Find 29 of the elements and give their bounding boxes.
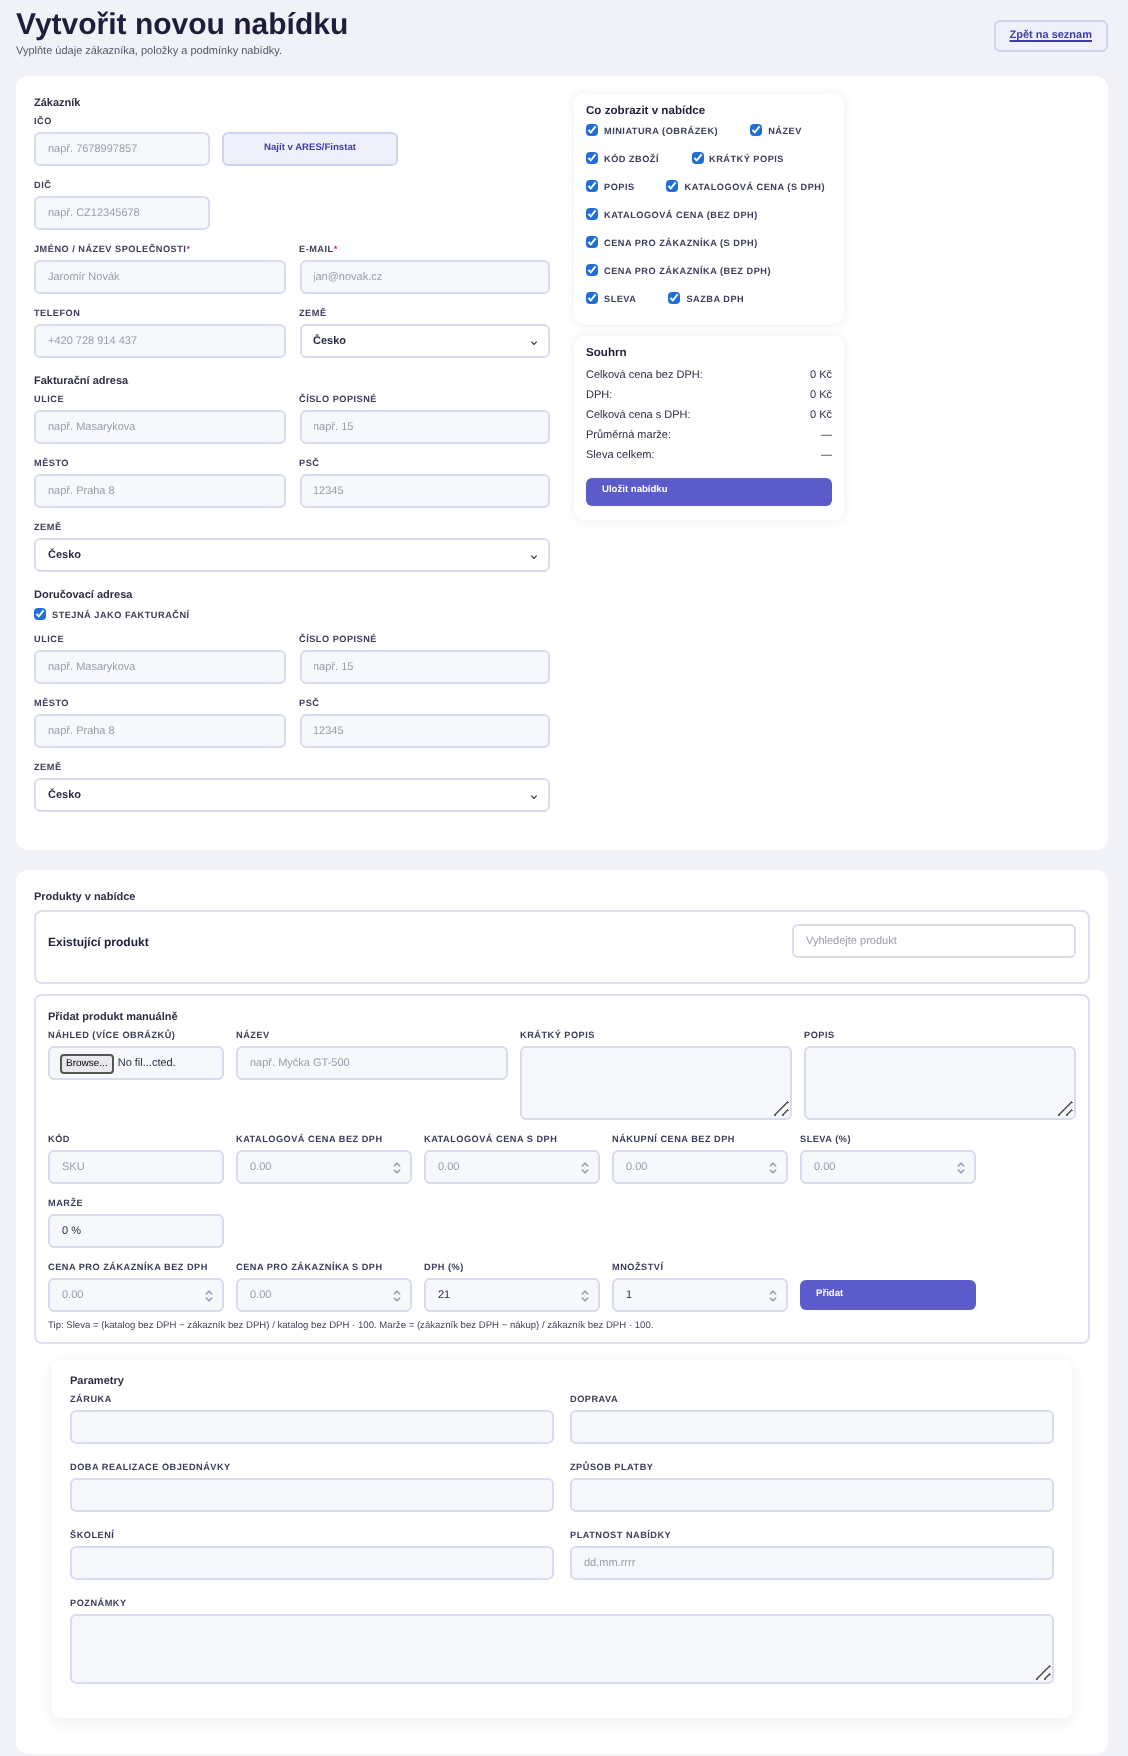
chevron-icon — [530, 339, 538, 345]
spinner-icon[interactable] — [204, 1287, 214, 1303]
checkbox[interactable] — [586, 264, 598, 276]
input-field[interactable] — [70, 1410, 554, 1444]
chevron-icon — [530, 793, 538, 799]
checkbox[interactable] — [586, 180, 598, 192]
spinner-icon[interactable] — [768, 1159, 778, 1175]
checkbox[interactable] — [586, 236, 598, 248]
checkbox[interactable] — [691, 152, 704, 164]
input-field[interactable] — [570, 1478, 1054, 1512]
input-field[interactable] — [570, 1410, 1054, 1444]
spinner-icon[interactable] — [580, 1287, 590, 1303]
spinner-icon[interactable] — [768, 1287, 778, 1303]
checkbox[interactable] — [750, 124, 763, 136]
checkbox[interactable] — [586, 124, 598, 136]
spinner-icon[interactable] — [392, 1159, 402, 1175]
page-title: Vytvořit novou nabídku — [16, 6, 349, 44]
spinner-icon[interactable] — [956, 1159, 966, 1175]
spinner-icon[interactable] — [392, 1287, 402, 1303]
input-field[interactable] — [70, 1478, 554, 1512]
checkbox[interactable] — [586, 208, 598, 220]
checkbox[interactable] — [666, 180, 679, 192]
checkbox[interactable] — [34, 608, 46, 620]
spinner-icon[interactable] — [580, 1159, 590, 1175]
input-field[interactable] — [70, 1546, 554, 1580]
chevron-icon — [530, 553, 538, 559]
checkbox[interactable] — [586, 292, 598, 304]
checkbox[interactable] — [668, 292, 681, 304]
checkbox[interactable] — [586, 152, 598, 164]
